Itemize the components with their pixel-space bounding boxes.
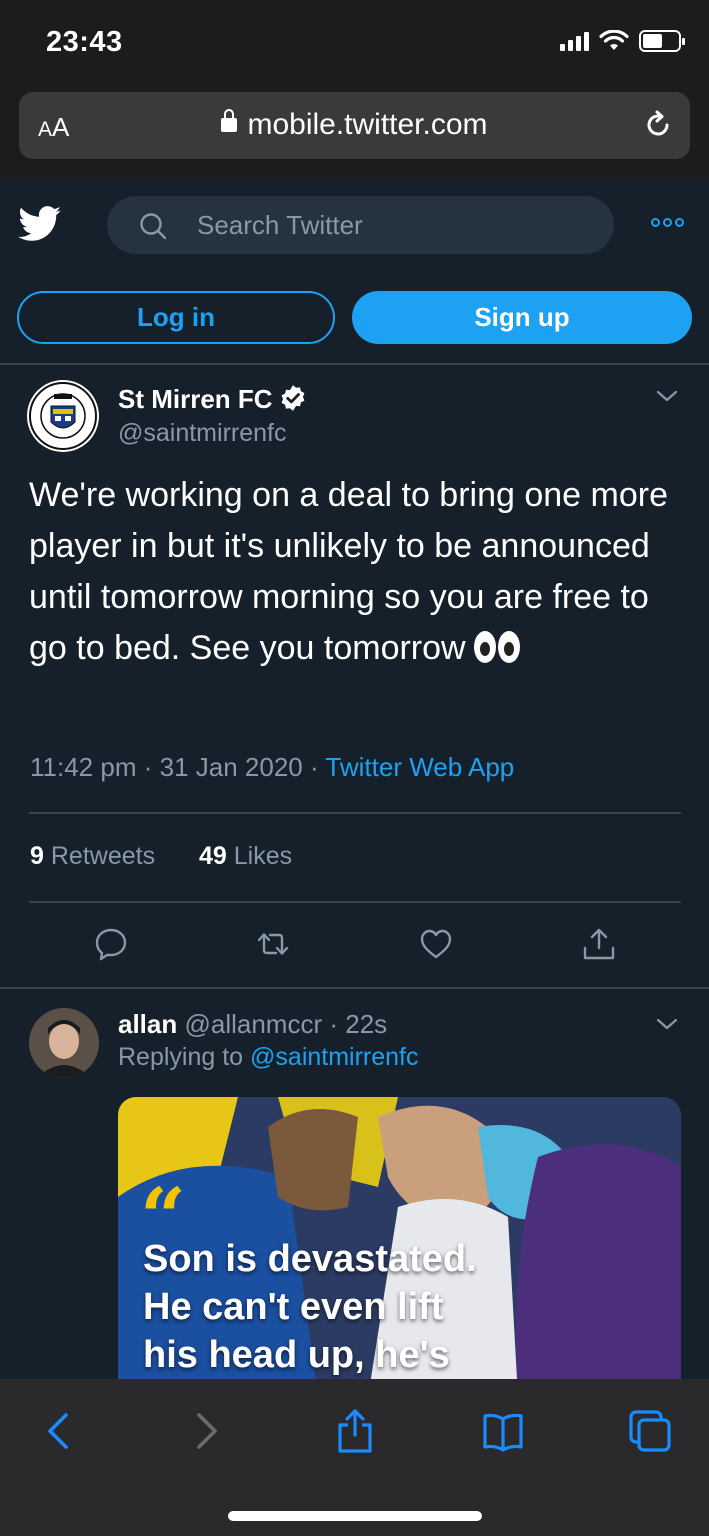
- media-caption: Son is devastated. He can't even lift hi…: [143, 1238, 477, 1376]
- retweets-stat[interactable]: 9 Retweets: [30, 842, 155, 870]
- bookmarks-icon[interactable]: [481, 1409, 525, 1453]
- reply-icon[interactable]: [93, 926, 129, 962]
- twitter-header: Search Twitter Log in Sign up: [0, 178, 709, 365]
- chevron-down-icon[interactable]: [656, 389, 678, 403]
- lock-icon: [221, 109, 238, 132]
- meta-separator: ·: [329, 1009, 346, 1039]
- tweet-actions: [0, 926, 709, 966]
- reply-media-image[interactable]: “ Son is devastated. He can't even lift …: [118, 1097, 681, 1397]
- address-bar[interactable]: AA mobile.twitter.com: [19, 92, 690, 159]
- url-display[interactable]: mobile.twitter.com: [19, 108, 690, 142]
- tweet-text: We're working on a deal to bring one mor…: [29, 476, 668, 667]
- battery-icon: [639, 30, 685, 52]
- twitter-logo-icon[interactable]: [18, 206, 62, 242]
- tabs-icon[interactable]: [628, 1409, 672, 1453]
- replying-to: Replying to @saintmirrenfc: [118, 1043, 419, 1071]
- meta-separator: ·: [143, 752, 160, 782]
- forward-icon[interactable]: [185, 1409, 229, 1453]
- divider: [0, 987, 709, 989]
- signup-button[interactable]: Sign up: [352, 291, 692, 344]
- reload-icon[interactable]: [642, 109, 674, 141]
- replying-to-mention[interactable]: @saintmirrenfc: [250, 1043, 418, 1071]
- home-indicator[interactable]: [228, 1511, 482, 1521]
- user-photo: [29, 1008, 99, 1078]
- login-button[interactable]: Log in: [17, 291, 335, 344]
- reply-age[interactable]: 22s: [345, 1009, 387, 1039]
- tweet-date[interactable]: 31 Jan 2020: [160, 752, 303, 782]
- status-icons: [560, 30, 685, 52]
- tweet-meta: 11:42 pm · 31 Jan 2020 · Twitter Web App: [30, 752, 514, 783]
- retweet-icon[interactable]: [255, 926, 291, 962]
- share-sheet-icon[interactable]: [333, 1409, 377, 1453]
- share-icon[interactable]: [581, 926, 617, 962]
- eyes-emoji-icon: [473, 631, 520, 663]
- signal-icon: [560, 31, 589, 51]
- meta-separator: ·: [309, 752, 326, 782]
- status-time: 23:43: [46, 26, 123, 58]
- reply-author-name[interactable]: allan: [118, 1009, 177, 1039]
- tweet-time[interactable]: 11:42 pm: [30, 752, 136, 782]
- likes-stat[interactable]: 49 Likes: [199, 842, 292, 870]
- back-icon[interactable]: [38, 1409, 82, 1453]
- search-placeholder: Search Twitter: [197, 210, 363, 240]
- wifi-icon: [599, 30, 629, 50]
- verified-badge-icon: [281, 385, 305, 411]
- reply-user-avatar[interactable]: [29, 1008, 99, 1078]
- divider: [29, 812, 681, 814]
- reply-author-handle[interactable]: @allanmccr: [184, 1009, 322, 1039]
- search-input[interactable]: Search Twitter: [107, 196, 614, 254]
- tweet-stats: 9 Retweets 49 Likes: [30, 842, 292, 871]
- more-options-icon[interactable]: [651, 218, 684, 227]
- tweet-author-handle[interactable]: @saintmirrenfc: [118, 419, 286, 448]
- club-crest-icon: [28, 381, 98, 451]
- chevron-down-icon[interactable]: [656, 1017, 678, 1031]
- divider: [29, 901, 681, 903]
- search-icon: [140, 213, 167, 240]
- like-heart-icon[interactable]: [418, 926, 454, 962]
- club-avatar[interactable]: [27, 380, 99, 452]
- reply-header: allan @allanmccr · 22s: [118, 1009, 387, 1040]
- browser-chrome-top: 23:43 AA mobile.twitter.com: [0, 0, 709, 178]
- url-text: mobile.twitter.com: [247, 108, 488, 141]
- tweet-author-name[interactable]: St Mirren FC: [118, 384, 307, 415]
- tweet-source-link[interactable]: Twitter Web App: [325, 752, 514, 782]
